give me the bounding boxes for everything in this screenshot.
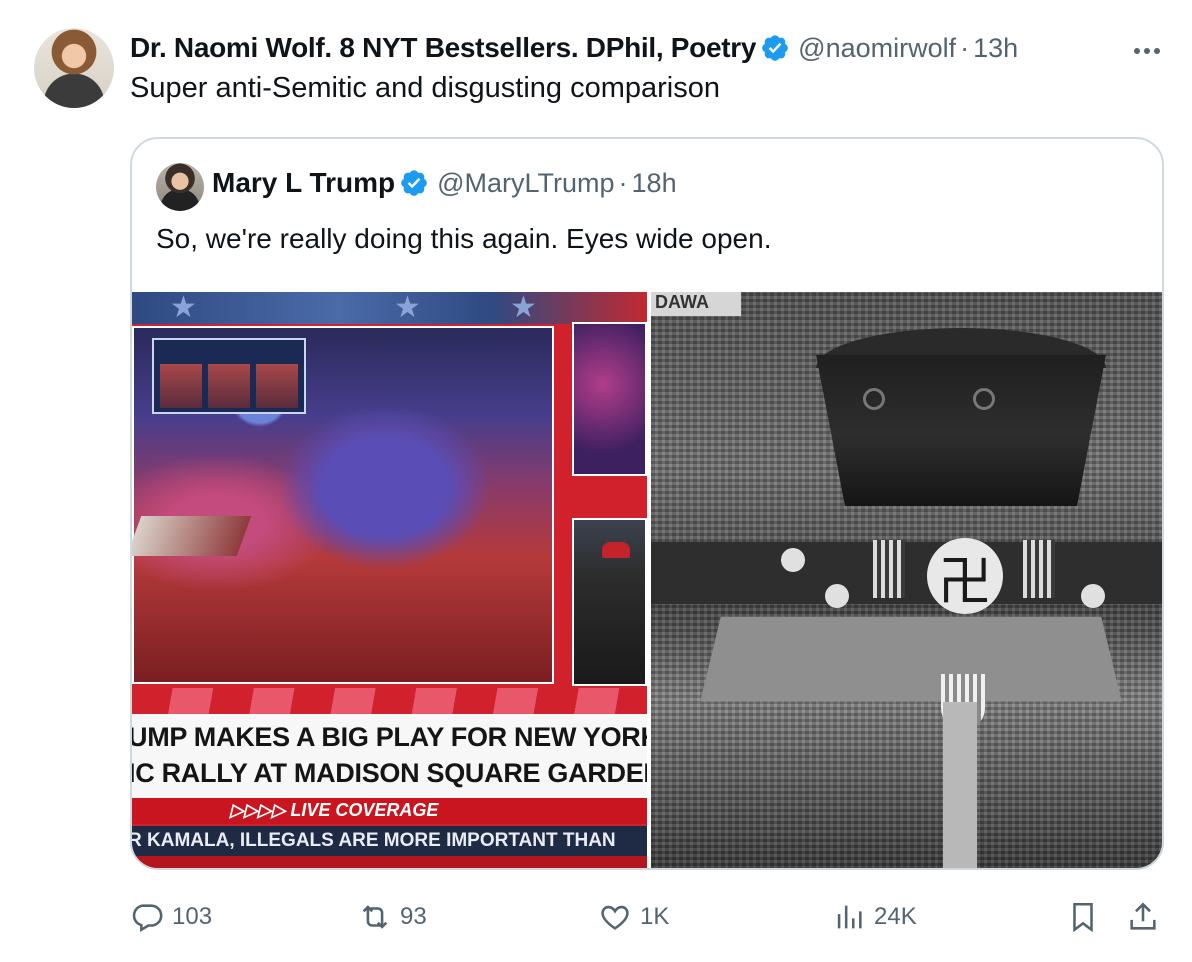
repost-count: 93 <box>400 903 427 930</box>
reply-button[interactable]: 103 <box>130 896 212 938</box>
star-icon: ★ <box>394 292 421 324</box>
action-bar: 103 93 1K 24K <box>130 896 1164 938</box>
share-icon <box>1130 902 1156 930</box>
quote-media[interactable]: ★ ★ ★ UMP MAKES A BIG PLAY FOR NEW YORK … <box>132 292 1162 868</box>
news-lower-third: UMP MAKES A BIG PLAY FOR NEW YORK IC RAL… <box>132 714 647 798</box>
share-button[interactable] <box>1126 896 1160 938</box>
display-name[interactable]: Dr. Naomi Wolf. 8 NYT Bestsellers. DPhil… <box>130 32 756 64</box>
reply-icon <box>132 904 163 933</box>
quoted-tweet[interactable]: Mary L Trump @MaryLTrump · 18h So, we're… <box>130 137 1164 870</box>
jumbotron <box>152 338 306 414</box>
banner-stripe: ★ ★ ★ <box>132 292 647 324</box>
emblem-small <box>825 584 849 608</box>
more-icon[interactable] <box>1132 46 1162 56</box>
like-count: 1K <box>640 903 670 930</box>
tweet-text: Super anti-Semitic and disgusting compar… <box>130 72 720 104</box>
quote-handle[interactable]: @MaryLTrump <box>437 168 614 199</box>
avatar[interactable] <box>34 28 114 108</box>
media-image-rally[interactable]: ★ ★ ★ UMP MAKES A BIG PLAY FOR NEW YORK … <box>132 292 647 868</box>
quote-timestamp[interactable]: 18h <box>632 168 677 199</box>
repost-button[interactable]: 93 <box>358 896 427 938</box>
side-panel-top <box>572 322 647 476</box>
quote-avatar[interactable] <box>156 163 204 211</box>
arena-photo <box>132 326 554 684</box>
quote-text: So, we're really doing this again. Eyes … <box>156 223 772 254</box>
bookmark-button[interactable] <box>1066 896 1100 938</box>
verified-badge-icon <box>762 35 788 61</box>
like-button[interactable]: 1K <box>598 896 669 938</box>
news-ticker: R KAMALA, ILLEGALS ARE MORE IMPORTANT TH… <box>132 826 647 856</box>
handle[interactable]: @naomirwolf <box>798 33 956 64</box>
media-image-historic-rally[interactable]: DAWA 卍 <box>651 292 1162 868</box>
quote-header: Mary L Trump @MaryLTrump · 18h <box>212 167 677 199</box>
ticker-text: R KAMALA, ILLEGALS ARE MORE IMPORTANT TH… <box>132 830 616 851</box>
speaker-cluster <box>816 354 1106 506</box>
stage-floor <box>700 616 1122 702</box>
tweet-header: Dr. Naomi Wolf. 8 NYT Bestsellers. DPhil… <box>130 30 1170 66</box>
stage <box>132 516 252 556</box>
verified-badge-icon <box>401 170 427 196</box>
live-coverage-bar: ▷▷▷▷ LIVE COVERAGE <box>132 798 647 824</box>
star-icon: ★ <box>170 292 197 324</box>
quote-display-name[interactable]: Mary L Trump <box>212 167 395 199</box>
repost-icon <box>362 905 388 929</box>
like-icon <box>601 905 629 930</box>
emblem-small <box>1081 584 1105 608</box>
banner-stripe-bottom <box>132 688 647 714</box>
red-cap <box>602 542 630 558</box>
separator-dot: · <box>960 32 970 63</box>
headline-line-1: UMP MAKES A BIG PLAY FOR NEW YORK <box>132 722 647 752</box>
timestamp[interactable]: 13h <box>973 33 1018 64</box>
tweet[interactable]: Dr. Naomi Wolf. 8 NYT Bestsellers. DPhil… <box>0 0 1192 962</box>
views-count: 24K <box>874 903 917 930</box>
ticker-bottom-stripe <box>132 856 647 868</box>
bookmark-icon <box>1073 902 1093 933</box>
views-icon <box>837 905 862 929</box>
star-icon: ★ <box>510 292 537 324</box>
views-button[interactable]: 24K <box>832 896 917 938</box>
hall-banner: DAWA <box>651 292 741 316</box>
emblem-small <box>781 548 805 572</box>
separator-dot: · <box>618 167 628 198</box>
speaker-hole <box>863 388 885 410</box>
flag <box>1023 540 1055 598</box>
swastika-emblem: 卍 <box>927 538 1003 614</box>
speaker-hole <box>973 388 995 410</box>
reply-count: 103 <box>172 903 213 930</box>
headline-line-2: IC RALLY AT MADISON SQUARE GARDEN <box>132 758 647 788</box>
live-coverage-label: ▷▷▷▷ LIVE COVERAGE <box>230 800 439 820</box>
center-aisle <box>943 702 977 868</box>
flag <box>873 540 905 598</box>
